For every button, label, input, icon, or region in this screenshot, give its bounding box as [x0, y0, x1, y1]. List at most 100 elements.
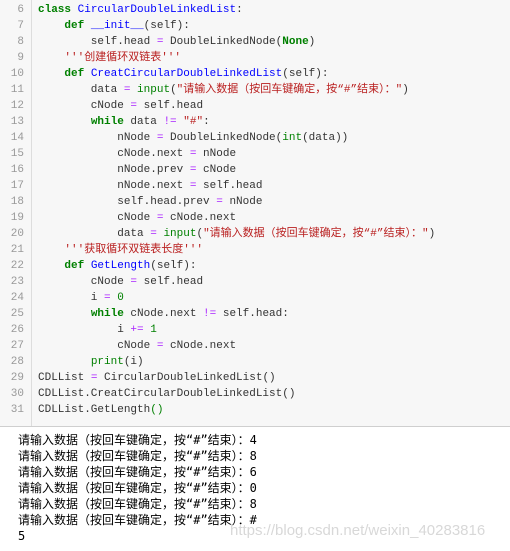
- code-token: cNode: [196, 164, 237, 176]
- code-token: =: [150, 228, 157, 240]
- code-token: :: [236, 4, 243, 16]
- code-text: nNode.prev = cNode: [38, 162, 236, 178]
- output-line: 请输入数据（按回车键确定，按“#”结束）：8: [18, 449, 257, 463]
- code-token: CDLList.CreatCircularDoubleLinkedList(): [38, 388, 296, 400]
- code-token: ): [308, 36, 316, 48]
- code-text: CDLList.GetLength(): [38, 402, 163, 418]
- code-token: CircularDoubleLinkedList: [77, 4, 237, 16]
- code-token: input: [137, 84, 171, 96]
- code-token: (self):: [150, 260, 197, 272]
- code-token: :: [203, 116, 210, 128]
- code-cell[interactable]: 6 class CircularDoubleLinkedList: 7 def __…: [0, 0, 510, 427]
- code-text: def GetLength(self):: [38, 258, 196, 274]
- code-token: (data)): [302, 132, 349, 144]
- code-text: print(i): [38, 354, 144, 370]
- line-number: 17: [10, 180, 24, 192]
- output-line: 请输入数据（按回车键确定，按“#”结束）：4: [18, 433, 257, 447]
- line-number: 10: [10, 68, 24, 80]
- code-token: 0: [117, 292, 124, 304]
- code-token: 1: [150, 324, 157, 336]
- line-number: 23: [10, 276, 24, 288]
- code-text: self.head.prev = nNode: [38, 194, 262, 210]
- output-line: 5: [18, 529, 26, 543]
- code-token: "请输入数据（按回车键确定，按“#”结束）：": [203, 228, 429, 240]
- code-text: nNode.next = self.head: [38, 178, 262, 194]
- code-token: CDLList: [38, 372, 91, 384]
- code-token: def: [64, 68, 85, 80]
- output-line: 请输入数据（按回车键确定，按“#”结束）：6: [18, 465, 257, 479]
- code-text: nNode = DoubleLinkedNode(int(data)): [38, 130, 348, 146]
- code-token: (: [170, 84, 177, 96]
- line-number: 19: [10, 212, 24, 224]
- line-number: 18: [10, 196, 24, 208]
- code-token: (self):: [282, 68, 329, 80]
- output-line: 请输入数据（按回车键确定，按“#”结束）：0: [18, 481, 257, 495]
- output-line: 请输入数据（按回车键确定，按“#”结束）：8: [18, 497, 257, 511]
- code-token: nNode: [38, 132, 157, 144]
- code-token: cNode: [38, 340, 157, 352]
- code-token: class: [38, 4, 72, 16]
- code-text: data = input("请输入数据（按回车键确定，按“#”结束）："): [38, 82, 409, 98]
- code-token: cNode.next: [163, 212, 237, 224]
- code-text: def CreatCircularDoubleLinkedList(self):: [38, 66, 328, 82]
- line-number: 14: [10, 132, 24, 144]
- code-text: self.head = DoubleLinkedNode(None): [38, 34, 315, 50]
- code-text: cNode.next = nNode: [38, 146, 236, 162]
- line-number: 16: [10, 164, 24, 176]
- code-token: DoubleLinkedNode(: [163, 132, 283, 144]
- code-token: +=: [130, 324, 144, 336]
- code-text: CDLList.CreatCircularDoubleLinkedList(): [38, 386, 295, 402]
- code-token: GetLength: [90, 260, 151, 272]
- code-token: =: [216, 196, 223, 208]
- code-token: input: [163, 228, 197, 240]
- code-token: None: [282, 36, 309, 48]
- code-token: cNode.next: [163, 340, 237, 352]
- code-token: while: [90, 116, 124, 128]
- line-number: 22: [10, 260, 24, 272]
- line-number: 8: [17, 36, 24, 48]
- code-token: self.head.prev: [38, 196, 217, 208]
- code-token: nNode.prev: [38, 164, 190, 176]
- line-number: 12: [10, 100, 24, 112]
- code-text: while data != "#":: [38, 114, 210, 130]
- line-number: 31: [10, 404, 24, 416]
- code-token: CircularDoubleLinkedList(): [97, 372, 276, 384]
- code-token: '''创建循环双链表''': [64, 52, 182, 64]
- line-number: 13: [10, 116, 24, 128]
- code-token: def: [64, 260, 85, 272]
- code-text: while cNode.next != self.head:: [38, 306, 289, 322]
- code-token: self.head: [137, 276, 204, 288]
- code-token: "请输入数据（按回车键确定，按“#”结束）：": [176, 84, 403, 96]
- code-token: CreatCircularDoubleLinkedList: [90, 68, 283, 80]
- code-text: '''创建循环双链表''': [38, 50, 181, 66]
- code-token: (): [150, 404, 164, 416]
- code-text: cNode = self.head: [38, 98, 203, 114]
- code-token: cNode.next: [123, 308, 204, 320]
- code-token: CDLList.GetLength: [38, 404, 151, 416]
- code-token: !=: [203, 308, 217, 320]
- code-token: data: [123, 116, 164, 128]
- line-number: 11: [10, 84, 24, 96]
- code-token: DoubleLinkedNode(: [163, 36, 283, 48]
- code-token: =: [104, 292, 111, 304]
- code-token: i: [38, 292, 105, 304]
- code-text: def __init__(self):: [38, 18, 189, 34]
- line-number: 6: [17, 4, 24, 16]
- code-text: i += 1: [38, 322, 157, 338]
- code-token: nNode: [196, 148, 237, 160]
- line-number: 9: [17, 52, 24, 64]
- line-number: 30: [10, 388, 24, 400]
- code-token: data: [38, 228, 151, 240]
- code-token: print: [90, 356, 124, 368]
- line-number: 29: [10, 372, 24, 384]
- line-number: 7: [17, 20, 24, 32]
- code-text: '''获取循环双链表长度''': [38, 242, 203, 258]
